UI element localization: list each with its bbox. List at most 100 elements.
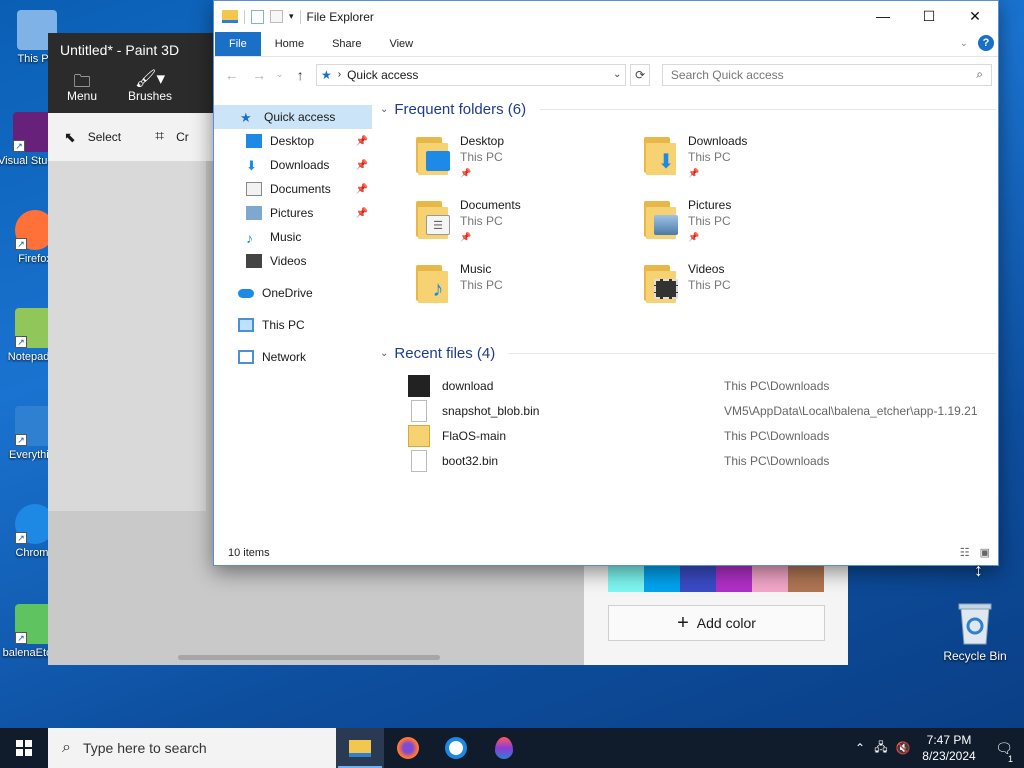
new-folder-icon[interactable]: [270, 10, 283, 23]
color-swatch[interactable]: [680, 564, 716, 592]
add-color-button[interactable]: + Add color: [608, 605, 825, 641]
taskbar-firefox[interactable]: [384, 728, 432, 768]
maximize-button[interactable]: ☐: [906, 1, 952, 31]
folder-tile-downloads[interactable]: ⬇ Downloads This PC 📌: [642, 133, 842, 189]
color-swatch[interactable]: [644, 564, 680, 592]
brushes-button[interactable]: 🖌▾ Brushes: [116, 63, 184, 113]
pin-icon[interactable]: 📌: [356, 208, 368, 219]
frequent-folders-grid: Desktop This PC 📌 ⬇ Downloads This PC 📌 ☰ Do…: [376, 121, 996, 341]
recent-file-row[interactable]: FlaOS-main This PC\Downloads: [376, 423, 996, 448]
address-dropdown-icon[interactable]: ⌄: [613, 69, 621, 80]
explorer-folder-icon: [222, 10, 238, 23]
nav-item-quick-access[interactable]: ★ Quick access: [214, 105, 372, 129]
tab-file[interactable]: File: [215, 32, 261, 56]
image-file-icon: [408, 374, 430, 397]
address-row: ← → ⌄ ↑ ★ › Quick access ⌄ ⟳ Search Quic…: [214, 56, 998, 92]
downloads-folder-icon: ⬇: [642, 133, 686, 177]
nav-item-network[interactable]: Network: [214, 345, 372, 369]
taskbar-file-explorer[interactable]: [336, 728, 384, 768]
explorer-titlebar[interactable]: ▾ File Explorer — ☐ ✕: [214, 1, 998, 32]
qat-dropdown-icon[interactable]: ▾: [289, 11, 294, 22]
clock[interactable]: 7:47 PM 8/23/2024: [914, 732, 984, 764]
nav-item-pictures[interactable]: Pictures 📌: [214, 201, 372, 225]
pin-icon: 📌: [688, 232, 700, 242]
download-icon: ⬇: [246, 158, 257, 173]
crop-button[interactable]: Cr: [176, 130, 189, 144]
volume-muted-icon[interactable]: 🔇: [892, 741, 914, 755]
videos-folder-icon: [642, 261, 686, 305]
quick-access-star-icon: ★: [320, 67, 332, 82]
nav-item-videos[interactable]: Videos: [214, 249, 372, 273]
expand-ribbon-icon[interactable]: ⌄: [960, 38, 968, 49]
pin-icon: 📌: [460, 168, 472, 178]
forward-button[interactable]: →: [247, 67, 270, 83]
paint3d-title: Untitled* - Paint 3D: [60, 42, 180, 58]
color-swatch[interactable]: [752, 564, 788, 592]
close-button[interactable]: ✕: [952, 1, 998, 31]
recent-file-row[interactable]: boot32.bin This PC\Downloads: [376, 448, 996, 473]
documents-icon: [246, 182, 262, 196]
tab-share[interactable]: Share: [318, 32, 375, 56]
nav-item-onedrive[interactable]: OneDrive: [214, 281, 372, 305]
start-button[interactable]: [0, 728, 48, 768]
pin-icon[interactable]: 📌: [356, 160, 368, 171]
recent-files-header[interactable]: ⌄ Recent files (4): [376, 341, 996, 365]
chevron-up-icon[interactable]: ⌃: [850, 741, 870, 755]
address-bar[interactable]: ★ › Quick access ⌄: [315, 63, 627, 86]
plus-icon: +: [677, 612, 689, 634]
refresh-button[interactable]: ⟳: [630, 63, 650, 86]
tab-home[interactable]: Home: [261, 32, 318, 56]
taskbar-paint3d[interactable]: [480, 728, 528, 768]
paint3d-canvas[interactable]: [48, 161, 206, 511]
firefox-icon: [397, 737, 419, 759]
recent-file-row[interactable]: snapshot_blob.bin VM5\AppData\Local\bale…: [376, 398, 996, 423]
minimize-button[interactable]: —: [860, 1, 906, 31]
help-icon[interactable]: ?: [978, 35, 994, 51]
properties-icon[interactable]: [251, 9, 264, 24]
search-input[interactable]: Search Quick access ⌕: [661, 63, 993, 86]
recent-file-row[interactable]: download This PC\Downloads: [376, 373, 996, 398]
taskbar-chrome[interactable]: [432, 728, 480, 768]
desktop-icon-recycle-bin[interactable]: Recycle Bin: [942, 600, 1008, 663]
clock-date: 8/23/2024: [922, 749, 976, 763]
color-swatch[interactable]: [608, 564, 644, 592]
details-view-icon[interactable]: ☷: [960, 546, 970, 559]
pin-icon[interactable]: 📌: [356, 136, 368, 147]
nav-item-documents[interactable]: Documents 📌: [214, 177, 372, 201]
nav-item-downloads[interactable]: ⬇ Downloads 📌: [214, 153, 372, 177]
back-button[interactable]: ←: [220, 67, 243, 83]
search-icon: ⌕: [976, 67, 984, 81]
notifications-button[interactable]: 🗨 1: [984, 740, 1024, 764]
breadcrumb-separator-icon: ›: [337, 69, 342, 80]
nav-item-music[interactable]: ♪ Music: [214, 225, 372, 249]
brush-icon: 🖌▾: [134, 69, 166, 88]
menu-button[interactable]: 🗀 Menu: [48, 63, 116, 113]
chrome-icon: [445, 737, 467, 759]
recent-locations-icon[interactable]: ⌄: [275, 69, 285, 80]
folder-tile-videos[interactable]: Videos This PC: [642, 261, 842, 317]
file-explorer-icon: [349, 739, 371, 757]
pin-icon[interactable]: 📌: [356, 184, 368, 195]
documents-folder-icon: ☰: [414, 197, 458, 241]
windows-logo-icon: [16, 740, 32, 756]
folder-tile-desktop[interactable]: Desktop This PC 📌: [414, 133, 614, 189]
resize-cursor-icon: ↕: [974, 560, 983, 580]
horizontal-scrollbar[interactable]: [178, 655, 440, 660]
color-swatch[interactable]: [716, 564, 752, 592]
file-explorer-window[interactable]: ▾ File Explorer — ☐ ✕ File Home Share Vi…: [213, 0, 999, 566]
folder-tile-pictures[interactable]: Pictures This PC 📌: [642, 197, 842, 253]
crop-icon[interactable]: ⌗: [155, 128, 164, 146]
large-icons-view-icon[interactable]: ▣: [980, 546, 990, 559]
tab-view[interactable]: View: [375, 32, 427, 56]
color-swatch[interactable]: [788, 564, 824, 592]
taskbar-search-box[interactable]: ⌕ Type here to search: [48, 728, 336, 768]
network-status-icon[interactable]: 🖧: [870, 738, 892, 759]
folder-tile-music[interactable]: ♪ Music This PC: [414, 261, 614, 317]
nav-item-this-pc[interactable]: This PC: [214, 313, 372, 337]
nav-item-desktop[interactable]: Desktop 📌: [214, 129, 372, 153]
frequent-folders-header[interactable]: ⌄ Frequent folders (6): [376, 97, 996, 121]
up-button[interactable]: ↑: [289, 67, 312, 83]
select-button[interactable]: Select: [88, 130, 121, 144]
folder-tile-documents[interactable]: ☰ Documents This PC 📌: [414, 197, 614, 253]
explorer-title: File Explorer: [306, 9, 374, 24]
